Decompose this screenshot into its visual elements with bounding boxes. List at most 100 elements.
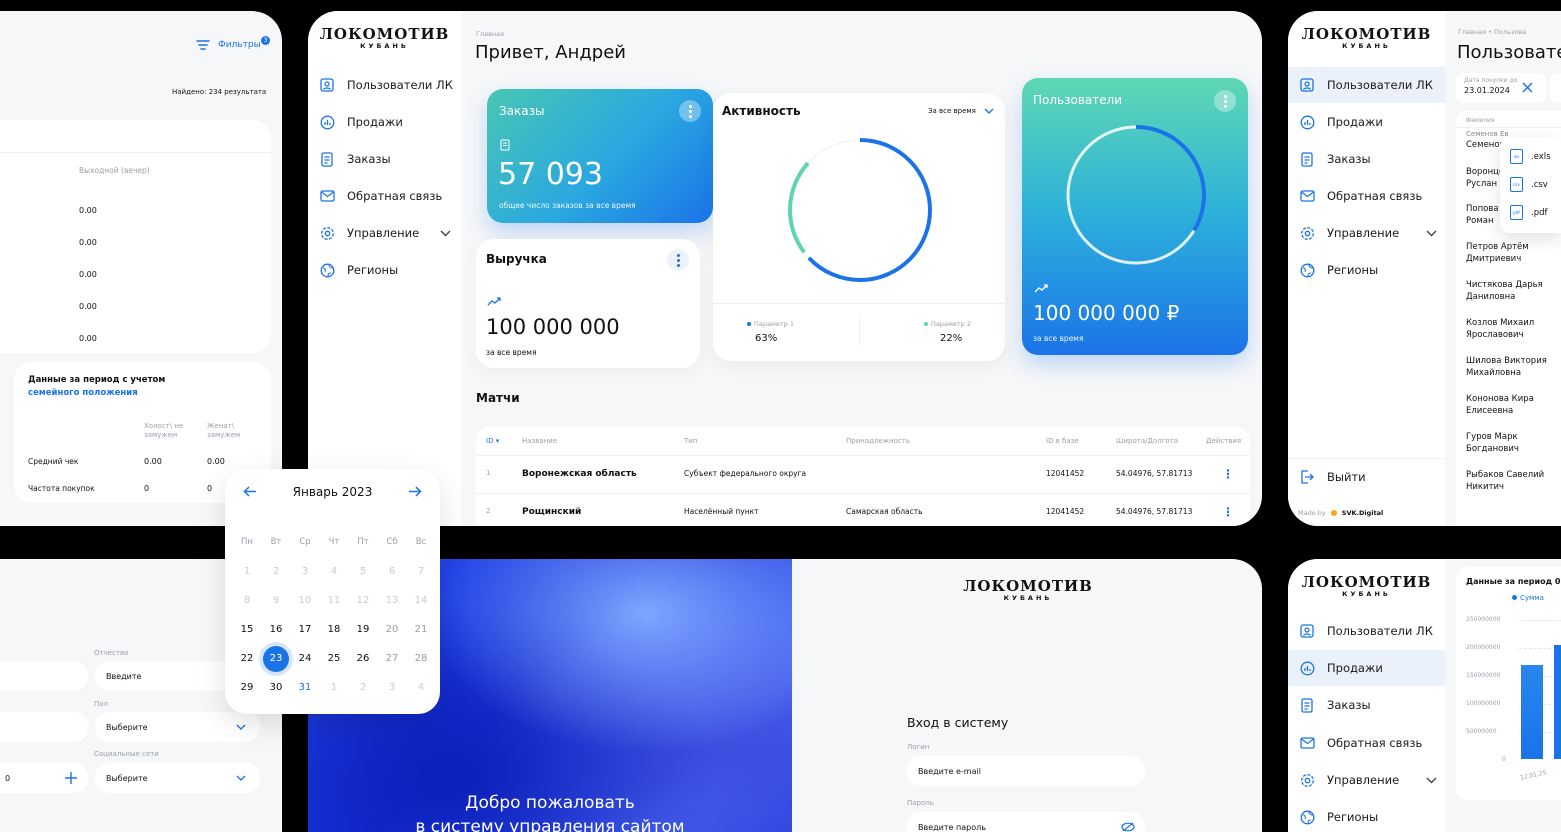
calendar-day[interactable]: 22 (234, 653, 260, 664)
calendar-day[interactable]: 20 (379, 624, 405, 635)
sidebar-item-management[interactable]: Управление (1288, 215, 1445, 251)
calendar-day[interactable]: 6 (379, 566, 405, 577)
sidebar-item-orders[interactable]: Заказы (1288, 687, 1445, 723)
calendar-day[interactable]: 4 (408, 682, 434, 693)
calendar-day[interactable]: 10 (292, 595, 318, 606)
orders-menu-button[interactable] (679, 100, 701, 122)
calendar-day[interactable]: 13 (379, 595, 405, 606)
sidebar-item-users[interactable]: Пользователи ЛК (1288, 613, 1445, 649)
calendar-day[interactable]: 2 (350, 682, 376, 693)
param1-value: 63% (755, 333, 778, 344)
list-item[interactable]: Чистякова Дарья Даниловна (1466, 279, 1546, 303)
sidebar-item-regions[interactable]: Регионы (1288, 252, 1445, 288)
y-tick-label: 50000000 (1466, 728, 1497, 735)
chart-bar[interactable] (1554, 645, 1561, 759)
calendar-day[interactable]: 12 (350, 595, 376, 606)
calendar-day[interactable]: 3 (292, 566, 318, 577)
calendar-day[interactable]: 17 (292, 624, 318, 635)
arrow-right-icon[interactable] (408, 486, 422, 497)
calendar-day[interactable]: 21 (408, 624, 434, 635)
gender-select[interactable]: Выберите (95, 712, 260, 742)
calendar-day[interactable]: 31 (292, 682, 318, 693)
cell-value: 0.00 (144, 457, 162, 466)
calendar-day[interactable]: 19 (350, 624, 376, 635)
list-item[interactable]: Семенов (1466, 140, 1505, 150)
row-actions-icon[interactable]: ⋮ (1222, 505, 1234, 519)
sidebar-item-feedback[interactable]: Обратная связь (308, 178, 461, 214)
email-field[interactable]: Введите e-mail (907, 756, 1145, 786)
calendar-day[interactable]: 18 (321, 624, 347, 635)
calendar-day[interactable]: 3 (379, 682, 405, 693)
login-panel: Добро пожаловать в систему управления са… (308, 559, 1262, 832)
sidebar-item-feedback[interactable]: Обратная связь (1288, 725, 1445, 761)
xls-file-icon: xls (1510, 149, 1523, 164)
sidebar-item-regions[interactable]: Регионы (308, 252, 461, 288)
calendar-day[interactable]: 29 (234, 682, 260, 693)
plus-icon[interactable] (65, 772, 78, 784)
calendar-day[interactable]: 27 (379, 653, 405, 664)
list-item[interactable]: Кононова Кира Елисеевна (1466, 393, 1546, 417)
filters-button[interactable]: Фильтры 3 (196, 36, 270, 51)
sidebar-item-orders[interactable]: Заказы (1288, 141, 1445, 177)
calendar-day[interactable]: 9 (263, 595, 289, 606)
calendar-day[interactable]: 1 (234, 566, 260, 577)
calendar-day[interactable]: 26 (350, 653, 376, 664)
calendar-day[interactable]: 14 (408, 595, 434, 606)
close-icon[interactable] (1522, 82, 1533, 93)
calendar-day[interactable]: 24 (292, 653, 318, 664)
form-field[interactable] (0, 661, 88, 691)
social-select[interactable]: Выберите (95, 763, 260, 793)
calendar-day[interactable]: 2 (263, 566, 289, 577)
breadcrumb[interactable]: Главная (476, 30, 504, 38)
sidebar-item-feedback[interactable]: Обратная связь (1288, 178, 1445, 214)
password-field[interactable]: Введите пароль (907, 812, 1145, 832)
users-card: Пользователи 100 000 000 ₽ за все время (1022, 78, 1248, 355)
chart-bar[interactable] (1521, 665, 1543, 759)
form-field[interactable] (0, 712, 88, 742)
list-item[interactable]: Козлов Михаил Ярославович (1466, 317, 1546, 341)
logout-button[interactable]: Выйти (1288, 459, 1445, 495)
calendar-day[interactable]: 11 (321, 595, 347, 606)
sidebar-item-sales[interactable]: Продажи (1288, 650, 1445, 686)
export-pdf[interactable]: pdf .pdf (1510, 205, 1548, 220)
calendar-day[interactable]: 15 (234, 624, 260, 635)
revenue-title: Выручка (486, 252, 547, 266)
sidebar-item-management[interactable]: Управление (308, 215, 461, 251)
sidebar-item-management[interactable]: Управление (1288, 762, 1445, 798)
sidebar-item-users[interactable]: Пользователи ЛК (308, 67, 461, 103)
gear-icon (1298, 771, 1316, 789)
calendar-day[interactable]: 8 (234, 595, 260, 606)
sidebar-item-regions[interactable]: Регионы (1288, 799, 1445, 832)
calendar-day[interactable]: 7 (408, 566, 434, 577)
export-csv[interactable]: csv .csv (1510, 177, 1548, 192)
users-menu-button[interactable] (1214, 90, 1236, 112)
sidebar-item-orders[interactable]: Заказы (308, 141, 461, 177)
calendar-day-selected[interactable]: 23 (263, 646, 289, 672)
sidebar-item-sales[interactable]: Продажи (1288, 104, 1445, 140)
sidebar-item-sales[interactable]: Продажи (308, 104, 461, 140)
revenue-menu-button[interactable] (667, 249, 689, 271)
calendar-day[interactable]: 16 (263, 624, 289, 635)
list-item[interactable]: Рыбаков Савелий Никитич (1466, 469, 1556, 493)
period-dropdown[interactable]: За все время (928, 107, 994, 115)
phone-field[interactable]: 0 (0, 763, 88, 793)
date-filter-chip[interactable]: Дата покупки до 23.01.2024 (1456, 73, 1546, 103)
row-actions-icon[interactable]: ⋮ (1222, 467, 1234, 481)
calendar-day[interactable]: 28 (408, 653, 434, 664)
export-xls[interactable]: xls .exls (1510, 149, 1551, 164)
calendar-day[interactable]: 25 (321, 653, 347, 664)
field-label: Пол (94, 700, 109, 708)
eye-off-icon[interactable] (1121, 822, 1135, 832)
calendar-day[interactable]: 30 (263, 682, 289, 693)
period-link[interactable]: семейного положения (28, 388, 138, 398)
breadcrumb[interactable]: Главная • Пользова (1458, 28, 1526, 36)
list-item[interactable]: Шилова Виктория Михайловна (1466, 355, 1556, 379)
list-item[interactable]: Петров Артём Дмитриевич (1466, 241, 1546, 265)
sidebar-item-users[interactable]: Пользователи ЛК (1288, 67, 1445, 103)
calendar-day[interactable]: 5 (350, 566, 376, 577)
list-item[interactable]: Гуров Марк Богданович (1466, 431, 1546, 455)
calendar-day[interactable]: 4 (321, 566, 347, 577)
calendar-day[interactable]: 1 (321, 682, 347, 693)
made-by[interactable]: Made by SVK.Digital (1298, 509, 1383, 517)
sort-id-header[interactable]: ID ▾ (486, 437, 499, 445)
